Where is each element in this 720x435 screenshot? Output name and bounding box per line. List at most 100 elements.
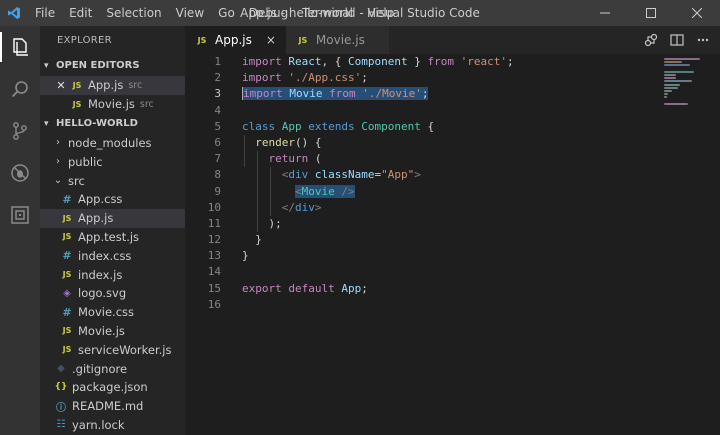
project-label: HELLO-WORLD: [56, 117, 138, 129]
project-header[interactable]: ▾ HELLO-WORLD: [40, 114, 185, 134]
file-item[interactable]: JS App.js: [40, 208, 185, 228]
code-token: './App.css': [288, 71, 362, 85]
file-item[interactable]: ◈ logo.svg: [40, 284, 185, 303]
explorer-icon: [13, 38, 28, 56]
git-file-icon: ◆: [57, 363, 65, 375]
code-line[interactable]: class App extends Component {: [242, 119, 514, 135]
code-token: Movie: [301, 184, 335, 198]
debug-button[interactable]: [0, 152, 40, 194]
code-editor[interactable]: 1 2 3 4 5 6 7 8 9 10 11 12 13 14 15 16 import React, { …: [185, 54, 720, 435]
code-line[interactable]: </div>: [242, 200, 514, 216]
file-item[interactable]: JS Movie.js: [40, 322, 185, 341]
menu-item-go[interactable]: Go: [211, 0, 242, 26]
sidebar-title: EXPLORER: [57, 35, 112, 46]
minimize-icon: [600, 12, 610, 14]
file-item[interactable]: # App.css: [40, 190, 185, 209]
file-label: serviceWorker.js: [78, 342, 172, 357]
file-item[interactable]: ⓘ README.md: [40, 397, 185, 416]
file-label: Movie.js: [78, 323, 125, 338]
code-token: div: [295, 200, 315, 214]
code-token: );: [242, 216, 282, 230]
code-line[interactable]: import Movie from './Movie';: [242, 86, 514, 102]
search-button[interactable]: [0, 68, 40, 110]
code-line[interactable]: import React, { Component } from 'react'…: [242, 54, 514, 70]
file-item[interactable]: ☷ yarn.lock: [40, 416, 185, 435]
minimap-line: [664, 86, 678, 89]
menu-item-edit[interactable]: Edit: [62, 0, 99, 26]
code-line[interactable]: }: [242, 248, 514, 264]
file-label: index.js: [78, 267, 123, 282]
split-editor-button[interactable]: [668, 31, 686, 49]
css-file-icon: #: [62, 305, 72, 319]
close-icon[interactable]: ✕: [54, 79, 68, 92]
code-token: import: [242, 55, 282, 68]
tab-movie-js[interactable]: JS Movie.js: [285, 26, 389, 54]
open-editor-item[interactable]: JS Movie.js src: [40, 95, 185, 114]
file-item[interactable]: JS serviceWorker.js: [40, 340, 185, 359]
open-editor-item[interactable]: ✕ JS App.js src: [40, 76, 185, 95]
file-item[interactable]: # Movie.css: [40, 303, 185, 322]
code-line[interactable]: <div className="App">: [242, 167, 514, 183]
extensions-button[interactable]: [0, 194, 40, 236]
menu-item-terminal[interactable]: Terminal: [295, 0, 360, 26]
close-tab-button[interactable]: ×: [266, 33, 276, 47]
line-number: 6: [214, 135, 221, 149]
minimap-line: [664, 73, 676, 76]
minimap-line: [664, 64, 690, 67]
file-item[interactable]: # index.css: [40, 246, 185, 265]
file-item[interactable]: ◆ .gitignore: [40, 359, 185, 378]
line-number: 3: [214, 87, 221, 101]
open-editor-path: src: [139, 98, 154, 110]
code-line[interactable]: [242, 297, 514, 313]
more-actions-button[interactable]: [694, 31, 712, 49]
explorer-button[interactable]: [0, 26, 40, 68]
editor-tabs: JS App.js × JS Movie.js: [185, 26, 720, 54]
tab-label: Movie.js: [315, 33, 365, 47]
file-item[interactable]: JS App.test.js: [40, 228, 185, 247]
code-line[interactable]: );: [242, 216, 514, 232]
file-item[interactable]: JS index.js: [40, 265, 185, 284]
menu-item-debug[interactable]: Debug: [242, 0, 295, 26]
code-line[interactable]: }: [242, 232, 514, 248]
menu-item-view[interactable]: View: [169, 0, 211, 26]
code-line[interactable]: <Movie />: [242, 184, 514, 200]
code-line[interactable]: return (: [242, 151, 514, 167]
code-line[interactable]: [242, 264, 514, 280]
folder-item[interactable]: › node_modules: [40, 134, 185, 153]
code-line[interactable]: import './App.css';: [242, 70, 514, 86]
code-token: }: [407, 55, 428, 68]
line-number: 8: [214, 168, 221, 182]
file-label: node_modules: [68, 135, 152, 150]
file-label: App.test.js: [78, 229, 140, 244]
open-editors-header[interactable]: ▾ OPEN EDITORS: [40, 56, 185, 76]
code-token: Component: [361, 119, 421, 133]
open-changes-button[interactable]: [642, 31, 660, 49]
menu-item-file[interactable]: File: [28, 0, 62, 26]
js-file-icon: JS: [197, 35, 207, 45]
folder-item[interactable]: › public: [40, 152, 185, 171]
maximize-button[interactable]: [628, 0, 674, 26]
maximize-icon: [646, 8, 656, 18]
minimize-button[interactable]: [582, 0, 628, 26]
code-area[interactable]: import React, { Component } from 'react'…: [242, 54, 514, 313]
minimap[interactable]: [664, 58, 714, 105]
source-control-icon: [13, 122, 27, 140]
source-control-button[interactable]: [0, 110, 40, 152]
file-item[interactable]: {} package.json: [40, 378, 185, 397]
minimap-line: [664, 77, 676, 80]
debug-icon: [11, 164, 29, 182]
code-line[interactable]: render() {: [242, 135, 514, 151]
code-line[interactable]: [242, 103, 514, 119]
code-token: export: [242, 281, 282, 295]
code-token: React: [288, 55, 322, 68]
close-window-button[interactable]: [674, 0, 720, 26]
code-line[interactable]: export default App;: [242, 281, 514, 297]
code-token: import: [242, 71, 282, 85]
file-tree: › node_modules › public ⌄ src # App.css JS App.js…: [40, 134, 185, 435]
menu-item-selection[interactable]: Selection: [99, 0, 168, 26]
folder-item[interactable]: ⌄ src: [40, 171, 185, 190]
ellipsis-icon: [697, 38, 709, 42]
menu-item-help[interactable]: Help: [360, 0, 401, 26]
tab-app-js[interactable]: JS App.js ×: [185, 26, 286, 54]
